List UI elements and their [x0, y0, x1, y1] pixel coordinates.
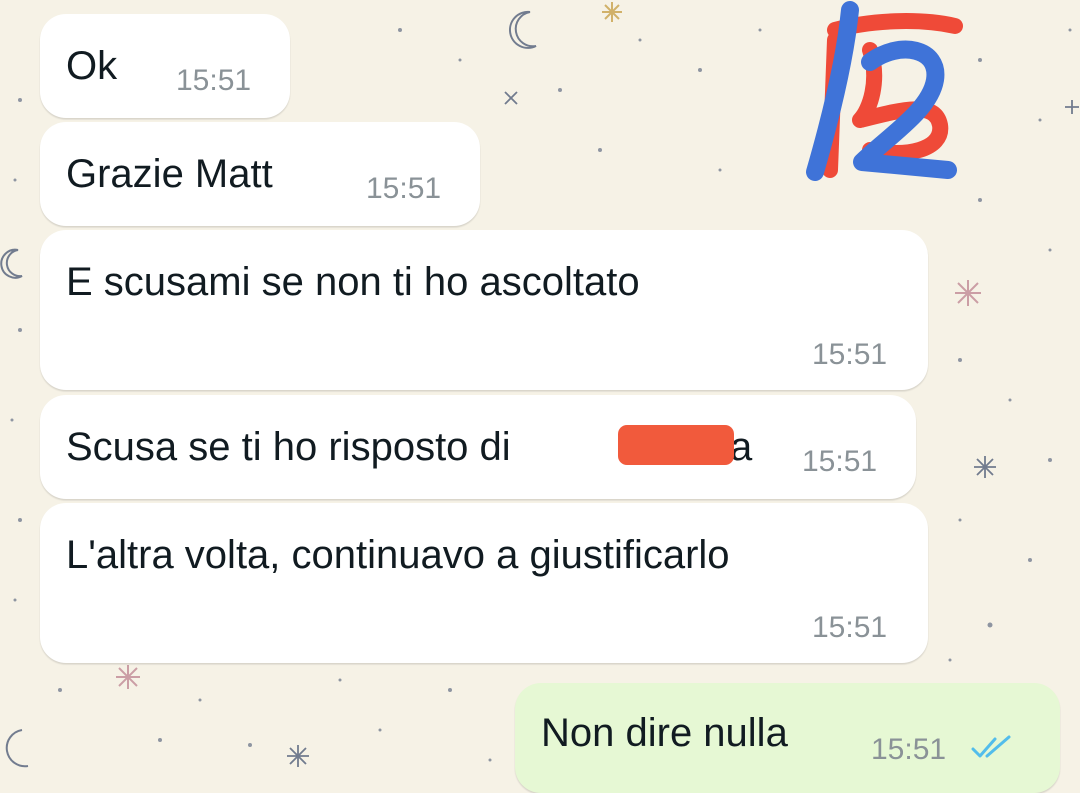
- message-time: 15:51: [812, 338, 888, 371]
- message-time: 15:51: [871, 733, 947, 766]
- incoming-message[interactable]: E scusami se non ti ho ascoltato 15:51: [40, 230, 928, 390]
- outgoing-message[interactable]: Non dire nulla 15:51: [515, 683, 1060, 793]
- message-text: Scusa se ti ho risposto di: [66, 425, 511, 469]
- chat-conversation: Ok 15:51 Grazie Matt 15:51 E scusami se …: [0, 0, 1080, 793]
- message-time: 15:51: [176, 64, 252, 97]
- double-check-icon: [971, 735, 1011, 758]
- incoming-message[interactable]: L'altra volta, continuavo a giustificarl…: [40, 503, 928, 663]
- incoming-message[interactable]: Scusa se ti ho risposto di a 15:51: [40, 395, 916, 499]
- redaction-mark: [618, 425, 734, 465]
- message-time: 15:51: [366, 172, 442, 205]
- message-time: 15:51: [802, 445, 878, 478]
- message-time: 15:51: [812, 611, 888, 644]
- message-text: Ok: [66, 44, 118, 88]
- message-text: Grazie Matt: [66, 152, 273, 196]
- message-text: Non dire nulla: [541, 711, 788, 755]
- incoming-message[interactable]: Grazie Matt 15:51: [40, 122, 480, 226]
- message-text: E scusami se non ti ho ascoltato: [66, 260, 640, 304]
- incoming-message[interactable]: Ok 15:51: [40, 14, 290, 118]
- message-text: L'altra volta, continuavo a giustificarl…: [66, 533, 730, 577]
